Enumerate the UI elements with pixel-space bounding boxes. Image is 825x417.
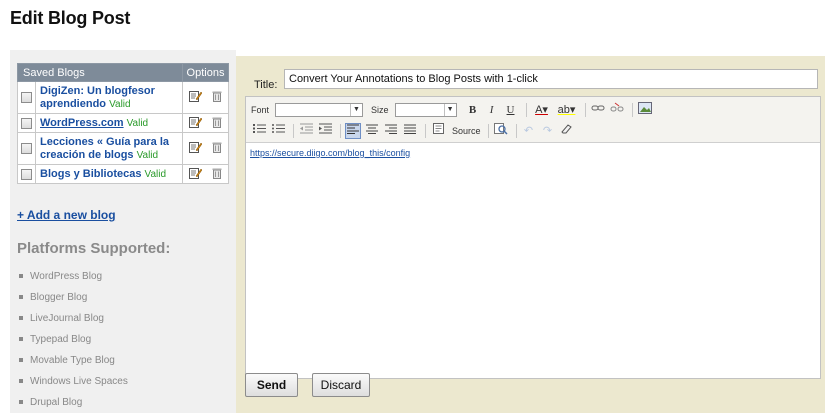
table-row: WordPress.com Valid	[17, 113, 229, 133]
unlink-icon[interactable]	[609, 102, 625, 118]
bullet-list-icon[interactable]	[270, 123, 286, 139]
edit-icon[interactable]	[189, 116, 203, 131]
page-title: Edit Blog Post	[10, 8, 131, 28]
size-select[interactable]: ▼	[394, 103, 457, 117]
source-icon[interactable]	[430, 123, 446, 139]
toolbar-separator	[584, 103, 586, 117]
saved-blogs-header: Saved Blogs	[17, 63, 183, 82]
platform-list: WordPress Blog Blogger Blog LiveJournal …	[19, 270, 128, 417]
list-item: Typepad Blog	[19, 333, 128, 354]
toolbar-separator	[425, 124, 426, 138]
bullet-icon	[19, 379, 23, 384]
table-row: Lecciones « Guía para la creación de blo…	[17, 132, 229, 165]
bullet-icon	[19, 358, 23, 363]
title-label: Title:	[254, 79, 278, 91]
undo-icon[interactable]: ↶	[521, 123, 537, 139]
blog-checkbox[interactable]	[21, 92, 32, 104]
bullet-icon	[19, 295, 23, 300]
trash-icon[interactable]	[212, 90, 222, 105]
table-row: Blogs y Bibliotecas Valid	[17, 164, 229, 184]
toolbar-row: Font ▼ Size ▼ B I U A▾ ab▾	[251, 100, 656, 120]
redo-icon[interactable]: ↷	[540, 123, 556, 139]
blog-name-link[interactable]: DigiZen: Un blogfesor	[40, 85, 155, 97]
blog-checkbox[interactable]	[21, 168, 32, 180]
discard-button[interactable]: Discard	[312, 373, 370, 397]
send-button[interactable]: Send	[245, 373, 298, 397]
list-item: Movable Type Blog	[19, 354, 128, 375]
bullet-icon	[19, 316, 23, 321]
toolbar-row: Source ↶ ↷	[251, 121, 578, 141]
blog-checkbox[interactable]	[21, 117, 32, 129]
saved-blogs-table: Saved Blogs Options DigiZen: Un blogfeso…	[17, 63, 229, 184]
title-input[interactable]	[284, 69, 818, 89]
trash-icon[interactable]	[212, 116, 222, 131]
font-label: Font	[251, 105, 270, 115]
link-icon[interactable]	[590, 102, 606, 118]
chevron-down-icon: ▼	[443, 104, 456, 116]
size-label: Size	[371, 105, 389, 115]
toolbar-separator	[631, 103, 633, 117]
toolbar-separator	[515, 124, 517, 138]
blog-name-link[interactable]: creación de blogs	[40, 149, 134, 161]
align-left-icon[interactable]	[345, 123, 361, 139]
add-new-blog-link[interactable]: + Add a new blog	[17, 208, 116, 222]
status-badge: Valid	[144, 168, 167, 180]
blog-checkbox[interactable]	[21, 143, 32, 155]
bold-icon[interactable]: B	[465, 102, 481, 118]
status-badge: Valid	[126, 117, 149, 129]
bullet-icon	[19, 337, 23, 342]
blog-name-cell: DigiZen: Un blogfesor aprendiendo Valid	[35, 81, 183, 114]
align-center-icon[interactable]	[364, 123, 380, 139]
highlight-color-icon[interactable]: ab▾	[556, 102, 578, 118]
bullet-icon	[19, 274, 23, 279]
platforms-title: Platforms Supported:	[17, 240, 171, 257]
status-badge: Valid	[109, 98, 131, 110]
source-button[interactable]: Source	[452, 126, 481, 136]
bullet-icon	[19, 400, 23, 405]
content-link[interactable]: https://secure.diigo.com/blog_this/confi…	[250, 148, 410, 158]
blog-name-link[interactable]: Blogs y Bibliotecas	[40, 168, 141, 180]
outdent-icon[interactable]	[298, 123, 314, 139]
status-badge: Valid	[136, 149, 159, 161]
find-icon[interactable]	[493, 123, 509, 139]
align-right-icon[interactable]	[383, 123, 399, 139]
edit-icon[interactable]	[189, 90, 203, 105]
editor-toolbar: Font ▼ Size ▼ B I U A▾ ab▾ Source ↶ ↷	[246, 97, 820, 143]
list-item: Blogger Blog	[19, 291, 128, 312]
blog-name-link[interactable]: aprendiendo	[40, 98, 106, 110]
text-color-icon[interactable]: A▾	[531, 102, 553, 118]
list-item: Drupal Blog	[19, 396, 128, 417]
edit-icon[interactable]	[189, 167, 203, 182]
edit-icon[interactable]	[189, 141, 203, 156]
font-select[interactable]: ▼	[275, 103, 364, 117]
align-justify-icon[interactable]	[402, 123, 418, 139]
underline-icon[interactable]: U	[503, 102, 519, 118]
blog-name-cell: Lecciones « Guía para la creación de blo…	[35, 132, 183, 165]
chevron-down-icon: ▼	[350, 104, 362, 116]
list-item: Windows Live Spaces	[19, 375, 128, 396]
toolbar-separator	[293, 124, 294, 138]
table-row: DigiZen: Un blogfesor aprendiendo Valid	[17, 81, 229, 114]
italic-icon[interactable]: I	[484, 102, 500, 118]
list-item: WordPress Blog	[19, 270, 128, 291]
indent-icon[interactable]	[317, 123, 333, 139]
toolbar-separator	[340, 124, 341, 138]
editor-panel: Title: Font ▼ Size ▼ B I U A▾ ab▾	[236, 56, 825, 413]
trash-icon[interactable]	[212, 167, 222, 182]
blog-name-cell: WordPress.com Valid	[35, 113, 183, 133]
toolbar-separator	[487, 124, 489, 138]
numbered-list-icon[interactable]	[251, 123, 267, 139]
list-item: LiveJournal Blog	[19, 312, 128, 333]
eraser-icon[interactable]	[559, 123, 575, 139]
options-header: Options	[182, 63, 229, 82]
image-icon[interactable]	[637, 102, 653, 118]
toolbar-separator	[525, 103, 527, 117]
blog-name-link[interactable]: WordPress.com	[40, 117, 124, 129]
blog-name-cell: Blogs y Bibliotecas Valid	[35, 164, 183, 184]
rich-text-editor: Font ▼ Size ▼ B I U A▾ ab▾ Source ↶ ↷ ht…	[245, 96, 821, 379]
blog-name-link[interactable]: Lecciones « Guía para la	[40, 136, 169, 148]
trash-icon[interactable]	[212, 141, 222, 156]
sidebar: Saved Blogs Options DigiZen: Un blogfeso…	[10, 50, 236, 413]
